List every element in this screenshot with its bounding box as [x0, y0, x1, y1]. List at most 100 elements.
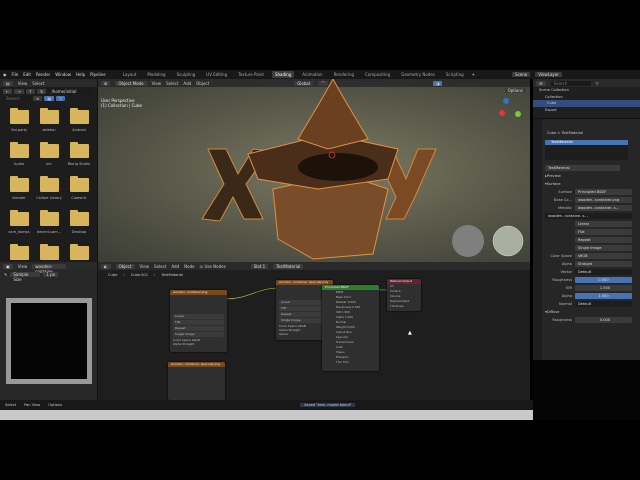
scene-selector[interactable]: Scene [512, 72, 531, 77]
ior-field[interactable]: 1.500 [575, 285, 632, 291]
file-item[interactable]: bin [34, 141, 64, 172]
tab-modeling[interactable]: Modeling [144, 71, 168, 78]
filter-icon[interactable]: ▽ [56, 96, 66, 101]
normal-input[interactable]: Default [575, 301, 632, 307]
view-layer-selector[interactable]: ViewLayer [535, 72, 562, 77]
menu-render[interactable]: Render [36, 72, 50, 77]
file-item[interactable]: Calibre Library [34, 175, 64, 206]
webcam-overlay [533, 360, 640, 420]
image-selector[interactable]: wooden- containe- s... [545, 213, 632, 219]
editor-type-icon[interactable]: ▣ [3, 263, 13, 269]
vector-input[interactable]: Default [575, 269, 632, 275]
status-message: Saved "test- model.blend" [300, 403, 356, 407]
texture-image[interactable] [6, 298, 92, 384]
3d-viewport[interactable]: ⊞ Object Mode View Select Add Object Glo… [98, 79, 530, 262]
projection-select[interactable]: Flat [575, 229, 632, 235]
tab-layout[interactable]: Layout [120, 71, 140, 78]
parent-dir-icon[interactable]: ↑ [25, 89, 36, 94]
tab-animation[interactable]: Animation [299, 71, 325, 78]
image-texture-node-3[interactable]: wooden- container- specular.png [168, 362, 225, 400]
thumbnail-view-icon[interactable]: ▦ [44, 96, 55, 101]
material-output-node[interactable]: Material Output All Surface Volume Displace… [387, 279, 421, 311]
extension-select[interactable]: Repeat [575, 237, 632, 243]
material-slot[interactable]: TestMaterial [545, 140, 628, 145]
tab-sculpting[interactable]: Sculpting [174, 71, 199, 78]
menu-view[interactable]: View [18, 264, 28, 269]
file-item[interactable]: Coatsink [64, 175, 94, 206]
editor-type-icon[interactable]: ☰ [536, 80, 546, 86]
add-workspace-icon[interactable]: + [472, 72, 475, 77]
material-selector[interactable]: TestMaterial [545, 165, 620, 171]
image-texture-node[interactable]: wooden- container.png Linear Flat Repeat Si… [170, 290, 227, 352]
tab-shading[interactable]: Shading [271, 71, 295, 78]
tab-texture-paint[interactable]: Texture Paint [235, 71, 267, 78]
filter-icon[interactable]: ▽ [596, 81, 599, 86]
file-item[interactable]: Android [64, 107, 94, 138]
surface-panel[interactable]: ▾ Surface [533, 180, 640, 188]
sample-size-field[interactable]: 1 px [43, 272, 59, 277]
file-item[interactable]: decent-sam... [34, 209, 64, 240]
hdri-sphere-glossy [492, 225, 524, 257]
color-space-select[interactable]: sRGB [575, 253, 632, 259]
file-item[interactable]: ableton [34, 107, 64, 138]
file-browser-header: ▤ View Select [0, 79, 97, 87]
diffuse-roughness-field[interactable]: 0.000 [575, 317, 632, 323]
outliner-search[interactable]: Search [550, 80, 591, 86]
file-item[interactable]: 3rd-party [4, 107, 34, 138]
folder-icon [9, 142, 29, 158]
folder-icon [39, 210, 59, 226]
editor-type-icon[interactable]: ▤ [3, 80, 13, 86]
file-grid: 3rd-party ableton Android Audio bin Bfor… [0, 101, 97, 274]
tab-compositing[interactable]: Compositing [362, 71, 393, 78]
back-icon[interactable]: ← [3, 89, 13, 94]
sample-tool-icon[interactable]: ✎ [4, 272, 7, 277]
source-select[interactable]: Single Image [575, 245, 632, 251]
menu-help[interactable]: Help [76, 72, 85, 77]
menu-file[interactable]: File [12, 72, 19, 77]
file-item[interactable]: Audio [4, 141, 34, 172]
forward-icon[interactable]: → [14, 89, 24, 94]
shader-node-editor[interactable]: ◐ Object View Select Add Node ☑ Use Node… [98, 262, 530, 400]
status-pan-view: Pan View [24, 403, 41, 407]
outliner: ☰ Search ▽ Scene Collection Collection Cub… [533, 79, 640, 118]
principled-bsdf-node[interactable]: Principled BSDF BSDF Base Color Metallic 0… [322, 285, 379, 371]
surface-shader[interactable]: Principled BSDF [575, 189, 632, 195]
properties-tabs[interactable] [533, 119, 542, 361]
roughness-slider[interactable]: 0.500 [575, 277, 632, 283]
file-item[interactable]: blender [4, 175, 34, 206]
tab-uv-editing[interactable]: UV Editing [203, 71, 230, 78]
alpha-slider[interactable]: 1.000 [575, 293, 632, 299]
image-selector[interactable]: wooden- containe [32, 263, 67, 274]
tab-rendering[interactable]: Rendering [331, 71, 357, 78]
folder-icon [9, 210, 29, 226]
tab-scripting[interactable]: Scripting [443, 71, 467, 78]
gizmo-z-axis [503, 98, 509, 104]
interpolation-select[interactable]: Linear [575, 221, 632, 227]
tab-geometry-nodes[interactable]: Geometry Nodes [398, 71, 438, 78]
folder-icon [69, 176, 89, 192]
documents-folder-icon [39, 244, 59, 260]
image-editor: ▣ View wooden- containe ✎ Sample Size 1 px [0, 262, 98, 400]
alpha-mode-select[interactable]: Straight [575, 261, 632, 267]
menu-select[interactable]: Select [32, 81, 44, 86]
menu-pipeline[interactable]: Pipeline [90, 72, 106, 77]
base-color-input[interactable]: wooden- container.png [575, 197, 632, 203]
search-input[interactable]: Search [3, 96, 31, 101]
menu-window[interactable]: Window [55, 72, 71, 77]
folder-icon [39, 176, 59, 192]
list-view-icon[interactable]: ≡ [33, 96, 43, 101]
properties-editor: Cube > TestMaterial TestMaterial TestMat… [533, 118, 640, 361]
menu-view[interactable]: View [18, 81, 28, 86]
menu-edit[interactable]: Edit [23, 72, 31, 77]
refresh-icon[interactable]: ↻ [37, 89, 47, 94]
path-field[interactable]: /home/initial [48, 89, 93, 94]
file-item[interactable]: core_dumps [4, 209, 34, 240]
metallic-input[interactable]: wooden- container- s... [575, 205, 632, 211]
diffuse-panel[interactable]: ▾ Diffuse [533, 308, 640, 316]
outliner-item-export[interactable]: Export [539, 107, 640, 114]
file-item[interactable]: Bforig Studio [64, 141, 94, 172]
top-bar: ◉ File Edit Render Window Help Pipeline … [0, 70, 640, 79]
preview-panel[interactable]: ▸ Preview [533, 172, 640, 180]
desktop-folder-icon [69, 210, 89, 226]
file-item[interactable]: Desktop [64, 209, 94, 240]
